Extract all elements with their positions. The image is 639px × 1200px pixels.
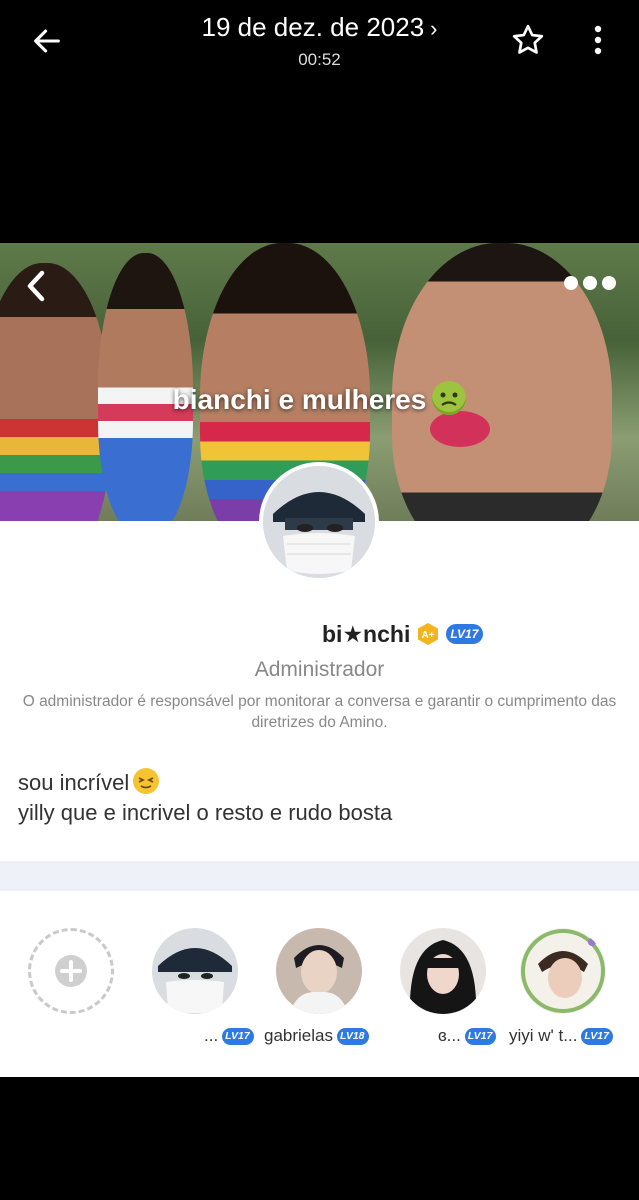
profile-avatar[interactable] — [259, 462, 379, 582]
member-label: ... LV17 — [204, 1024, 254, 1048]
member-avatar-image — [276, 928, 362, 1014]
role-description-text: O administrador é responsável por monito… — [22, 693, 617, 731]
plus-icon — [55, 955, 87, 987]
squinting-face-emoji — [133, 768, 160, 794]
tongue — [430, 411, 490, 447]
nauseated-face-icon — [440, 392, 458, 406]
member-name: gabrielas — [264, 1026, 333, 1045]
member-name: ɞ... — [438, 1026, 461, 1045]
add-member-button[interactable] — [28, 928, 114, 1014]
bio-line-2: yilly que e incrivel o resto e rudo bost… — [18, 800, 393, 825]
a-plus-badge-icon: A+ — [418, 623, 439, 645]
a-plus-badge-text: A+ — [422, 630, 435, 641]
member-label: yiyi w' t... LV17 — [509, 1024, 613, 1048]
level-badge: LV17 — [446, 624, 484, 644]
role-title: Administrador — [254, 658, 385, 681]
community-title: bianchi e mulheres — [0, 381, 639, 416]
member-level-badge: LV17 — [464, 1027, 497, 1045]
role-description: O administrador é responsável por monito… — [0, 691, 639, 733]
username-row: bi★nchi A+ LV17 — [322, 618, 484, 650]
member-avatar-image — [152, 928, 238, 1014]
bio-line-1: sou incrível — [18, 768, 160, 796]
back-chevron-icon[interactable] — [22, 267, 50, 305]
username: bi★nchi — [322, 620, 411, 647]
more-vertical-icon[interactable] — [588, 22, 608, 58]
member-avatar[interactable] — [276, 928, 362, 1014]
member-avatar[interactable] — [400, 928, 486, 1014]
member-name: ... — [204, 1026, 219, 1045]
community-title-text: bianchi e mulheres — [172, 384, 427, 415]
avatar-image — [263, 466, 375, 578]
member-level-badge: LV17 — [222, 1027, 254, 1045]
more-horizontal-icon[interactable] — [562, 273, 618, 293]
star-icon[interactable] — [510, 22, 546, 58]
member-level-badge: LV18 — [337, 1027, 369, 1045]
member-avatar-image — [400, 928, 486, 1014]
member-avatar[interactable] — [152, 928, 238, 1014]
date-text: 19 de dez. de 2023 — [201, 12, 425, 42]
section-divider — [0, 861, 639, 891]
member-label: ɞ... LV17 — [438, 1024, 497, 1048]
bottom-area — [0, 1077, 639, 1200]
member-label: gabrielas LV18 — [264, 1024, 369, 1048]
member-avatar-image — [520, 928, 606, 1014]
squinting-face-icon — [138, 777, 154, 789]
chevron-right-icon[interactable]: › — [430, 16, 437, 41]
nauseated-face-emoji — [432, 381, 467, 415]
member-name: yiyi w' t... — [509, 1026, 578, 1045]
member-avatar[interactable] — [520, 928, 606, 1014]
bio-line-1-text: sou incrível — [18, 770, 130, 795]
member-level-badge: LV17 — [581, 1027, 613, 1045]
